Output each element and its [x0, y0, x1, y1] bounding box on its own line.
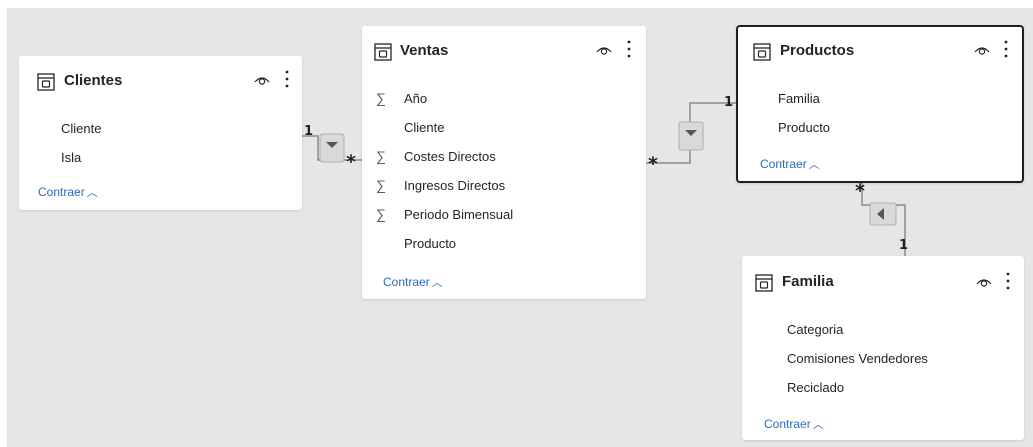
card-header[interactable]: Ventas [362, 26, 646, 80]
table-title: Productos [780, 42, 855, 59]
table-title: Clientes [64, 72, 123, 89]
collapse-link[interactable]: Contraer ︿ [764, 416, 824, 432]
field-name: Periodo Bimensual [404, 207, 514, 222]
card-header[interactable]: Productos [738, 27, 1022, 81]
field-row[interactable]: Isla [19, 149, 302, 171]
cardinality-one: 1 [304, 124, 314, 139]
sigma-icon: ∑ [376, 148, 386, 164]
field-name: Año [404, 91, 428, 106]
field-row[interactable]: Categoria [742, 321, 1024, 343]
chevron-up-icon: ︿ [431, 277, 443, 289]
table-title: Familia [782, 273, 834, 290]
table-card-clientes[interactable]: Clientes Cliente Isla Contraer ︿ [19, 56, 302, 210]
collapse-label: Contraer [38, 185, 85, 199]
sigma-icon: ∑ [376, 90, 386, 106]
field-name: Producto [404, 236, 457, 251]
field-row[interactable]: ∑ Periodo Bimensual [362, 206, 646, 228]
sigma-icon: ∑ [376, 206, 386, 222]
chevron-up-icon: ︿ [86, 187, 98, 199]
field-name: Ingresos Directos [404, 178, 506, 193]
collapse-label: Contraer [764, 417, 811, 431]
collapse-label: Contraer [760, 157, 807, 171]
table-card-productos[interactable]: Productos Familia Producto Contraer ︿ [736, 25, 1024, 183]
card-header[interactable]: Familia [742, 256, 1024, 310]
chevron-up-icon: ︿ [808, 159, 820, 171]
table-icon [374, 43, 392, 61]
collapse-link[interactable]: Contraer ︿ [38, 184, 98, 200]
field-name: Cliente [61, 121, 102, 136]
card-header[interactable]: Clientes [19, 56, 302, 110]
more-options-icon[interactable] [1005, 271, 1011, 291]
field-name: Reciclado [787, 380, 845, 395]
field-row[interactable]: ∑ Ingresos Directos [362, 177, 646, 199]
field-row[interactable]: Producto [362, 235, 646, 257]
field-row[interactable]: Familia [738, 90, 1022, 112]
field-row[interactable]: Cliente [19, 120, 302, 142]
field-name: Producto [778, 120, 831, 135]
field-row[interactable]: Comisiones Vendedores [742, 350, 1024, 372]
table-title: Ventas [400, 42, 449, 59]
collapse-link[interactable]: Contraer ︿ [383, 274, 443, 290]
sigma-icon: ∑ [376, 177, 386, 193]
eye-icon[interactable] [974, 44, 990, 56]
field-name: Costes Directos [404, 149, 496, 164]
table-icon [753, 43, 771, 61]
field-name: Categoria [787, 322, 844, 337]
field-row[interactable]: ∑ Año [362, 90, 646, 112]
field-row[interactable]: Reciclado [742, 379, 1024, 401]
field-row[interactable]: Producto [738, 119, 1022, 141]
cardinality-many: * [346, 151, 356, 173]
field-name: Familia [778, 91, 820, 106]
cardinality-many: * [648, 153, 658, 175]
cardinality-many: * [855, 180, 865, 202]
cardinality-one: 1 [724, 95, 734, 110]
eye-icon[interactable] [254, 74, 270, 86]
field-row[interactable]: ∑ Costes Directos [362, 148, 646, 170]
field-row[interactable]: Cliente [362, 119, 646, 141]
collapse-link[interactable]: Contraer ︿ [760, 156, 820, 172]
eye-icon[interactable] [976, 276, 992, 288]
eye-icon[interactable] [596, 44, 612, 56]
field-name: Cliente [404, 120, 445, 135]
chevron-up-icon: ︿ [812, 419, 824, 431]
cardinality-one: 1 [899, 238, 909, 253]
field-name: Isla [61, 150, 82, 165]
more-options-icon[interactable] [626, 39, 632, 59]
collapse-label: Contraer [383, 275, 430, 289]
table-icon [37, 73, 55, 91]
field-name: Comisiones Vendedores [787, 351, 928, 366]
table-card-ventas[interactable]: Ventas ∑ Año Cliente ∑ Costes Directos ∑… [362, 26, 646, 299]
table-icon [755, 274, 773, 292]
table-card-familia[interactable]: Familia Categoria Comisiones Vendedores … [742, 256, 1024, 440]
more-options-icon[interactable] [284, 69, 290, 89]
more-options-icon[interactable] [1003, 39, 1009, 59]
